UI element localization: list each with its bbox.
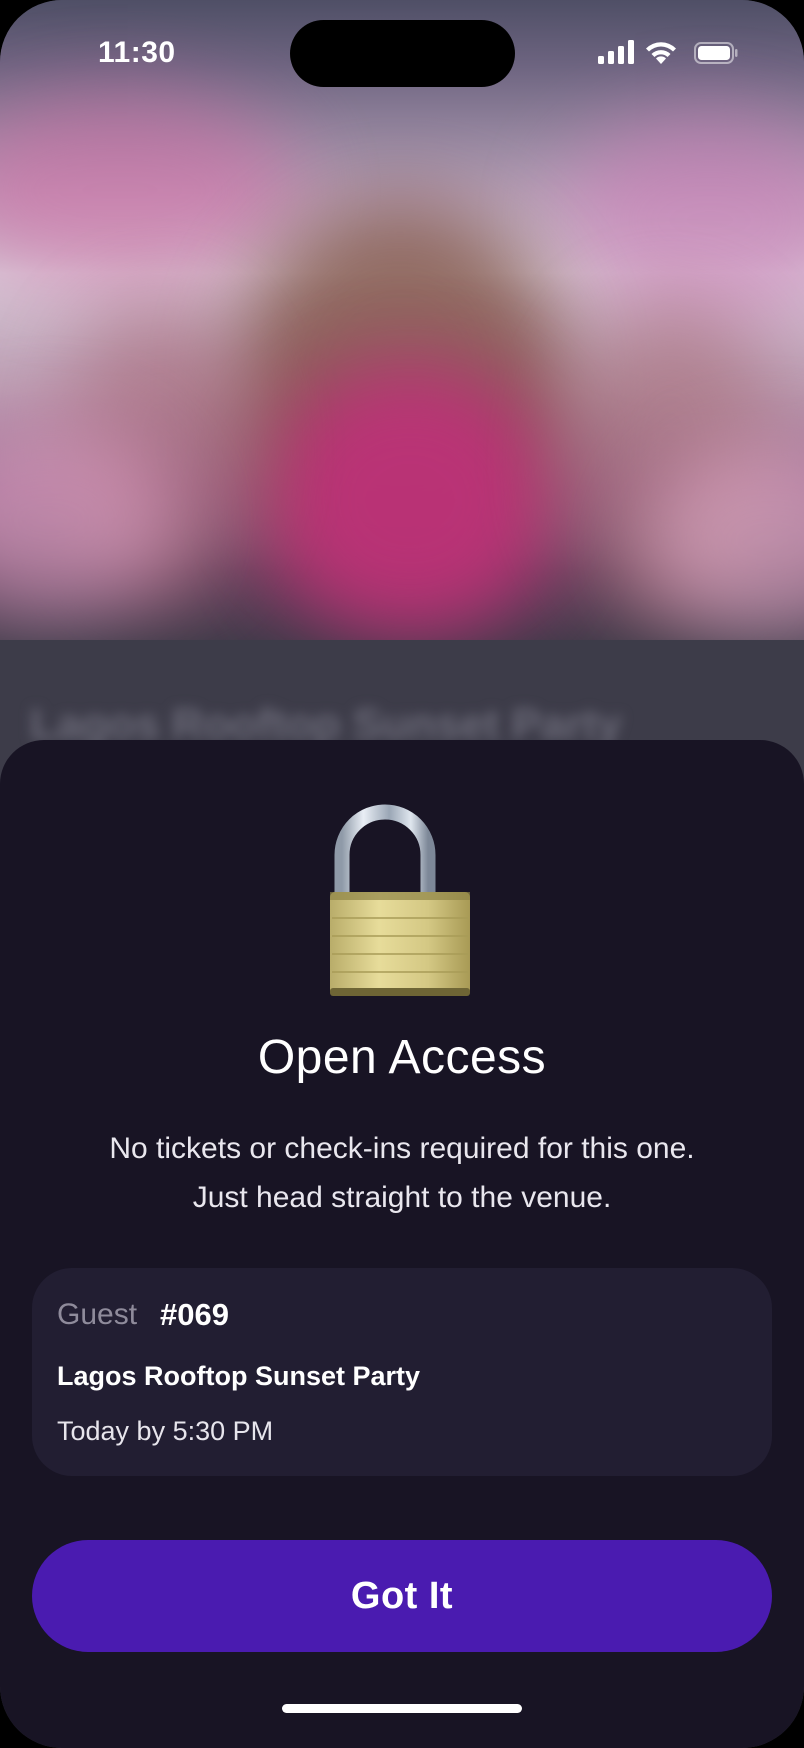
status-time: 11:30: [98, 36, 176, 69]
guest-number: #069: [160, 1297, 229, 1332]
sheet-title: Open Access: [257, 1031, 547, 1084]
dynamic-island: [290, 20, 515, 87]
status-bar: 11:30: [0, 0, 804, 100]
event-name: Lagos Rooftop Sunset Party: [57, 1361, 421, 1391]
cellular-signal-icon: [598, 40, 634, 64]
guest-label: Guest: [57, 1298, 138, 1331]
phone-screen: Lagos Rooftop Sunset Party 11:30 Open Ac…: [0, 0, 804, 1748]
home-indicator[interactable]: [282, 1704, 522, 1713]
guest-info-card: Guest #069 Lagos Rooftop Sunset Party To…: [32, 1268, 772, 1476]
wifi-icon: [646, 42, 676, 64]
sheet-description: No tickets or check-ins required for thi…: [109, 1132, 695, 1214]
battery-icon: [694, 42, 738, 64]
unlocked-padlock-icon: [330, 804, 470, 996]
event-time: Today by 5:30 PM: [57, 1416, 274, 1446]
got-it-button[interactable]: Got It: [32, 1540, 772, 1652]
